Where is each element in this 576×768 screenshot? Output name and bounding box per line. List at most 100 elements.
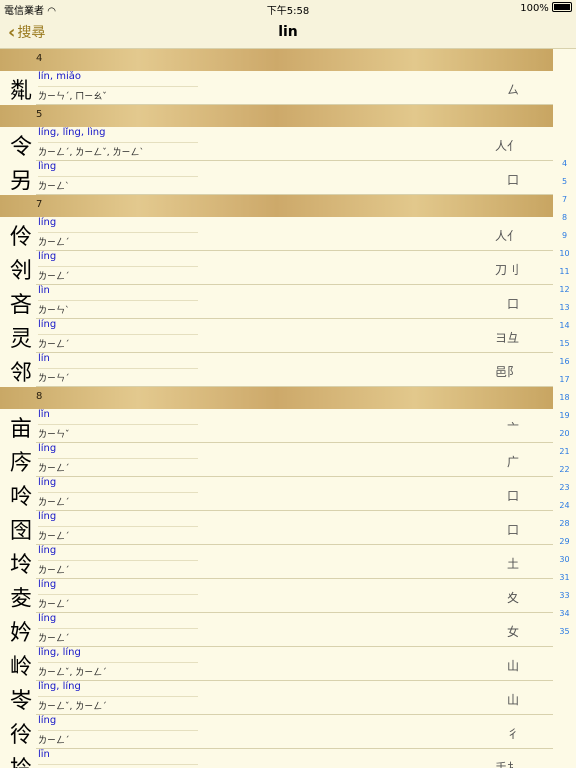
index-entry[interactable]: 4 <box>553 159 576 168</box>
list-item[interactable]: 彾 líng ㄌㄧㄥˊ 彳 <box>10 715 553 749</box>
index-entry[interactable]: 8 <box>553 213 576 222</box>
zhuyin-text: ㄌㄧㄥˊ <box>38 566 70 576</box>
radical-text: 口 <box>506 173 519 187</box>
list-item[interactable]: 庈 líng ㄌㄧㄥˊ 广 <box>10 443 553 477</box>
divider <box>38 560 198 561</box>
list-item[interactable]: 夌 líng ㄌㄧㄥˊ 夊 <box>10 579 553 613</box>
radical-text: 口 <box>506 489 519 503</box>
list-item[interactable]: 灵 líng ㄌㄧㄥˊ ヨ彑 <box>10 319 553 353</box>
list-item[interactable]: 邻 lín ㄌㄧㄣˊ 邑阝 <box>10 353 553 387</box>
list-item[interactable]: 岺 lǐng, líng ㄌㄧㄥˇ, ㄌㄧㄥˊ 山 <box>10 681 553 715</box>
pinyin-text: lǐng, líng <box>38 681 81 692</box>
zhuyin-text: ㄌㄧㄣˋ <box>38 306 70 316</box>
list-item[interactable]: 伶 líng ㄌㄧㄥˊ 人亻 <box>10 217 553 251</box>
divider <box>38 142 198 143</box>
list-item[interactable]: 呤 líng ㄌㄧㄥˊ 口 <box>10 477 553 511</box>
radical-text: 邑阝 <box>494 365 519 379</box>
divider <box>38 86 198 87</box>
section-header: 5 <box>0 105 553 127</box>
character-glyph: 刢 <box>10 259 33 284</box>
index-entry[interactable]: 5 <box>553 177 576 186</box>
index-entry[interactable]: 21 <box>553 447 576 456</box>
pinyin-text: líng <box>38 545 57 556</box>
pinyin-text: lǐn <box>38 409 50 420</box>
divider <box>38 628 198 629</box>
character-list[interactable]: 4 亃 lín, miǎo ㄌㄧㄣˊ, ㄇㄧㄠˇ ㄙ 5 令 líng, lǐng, lìng… <box>0 49 553 768</box>
divider <box>38 368 198 369</box>
section-header-label: 7 <box>36 199 43 210</box>
character-glyph: 另 <box>10 169 33 194</box>
index-entry[interactable]: 22 <box>553 465 576 474</box>
index-entry[interactable]: 24 <box>553 501 576 510</box>
zhuyin-text: ㄌㄧㄥˊ <box>38 238 70 248</box>
radical-text: 夊 <box>506 591 519 605</box>
character-glyph: 伶 <box>10 225 33 250</box>
pinyin-text: líng <box>38 613 57 624</box>
zhuyin-text: ㄌㄧㄥˊ <box>38 736 70 746</box>
index-entry[interactable]: 7 <box>553 195 576 204</box>
index-entry[interactable]: 31 <box>553 573 576 582</box>
character-glyph: 妗 <box>10 621 33 646</box>
index-entry[interactable]: 15 <box>553 339 576 348</box>
pinyin-text: lín, miǎo <box>38 71 82 82</box>
radical-text: 人亻 <box>494 229 519 243</box>
list-item[interactable]: 令 líng, lǐng, lìng ㄌㄧㄥˊ, ㄌㄧㄥˇ, ㄌㄧㄥˋ 人亻 <box>10 127 553 161</box>
radical-text: 口 <box>506 297 519 311</box>
index-entry[interactable]: 17 <box>553 375 576 384</box>
pinyin-text: līn <box>38 749 50 760</box>
index-entry[interactable]: 12 <box>553 285 576 294</box>
list-item[interactable]: 岭 lǐng, líng ㄌㄧㄥˇ, ㄌㄧㄥˊ 山 <box>10 647 553 681</box>
divider <box>38 266 198 267</box>
character-glyph: 彾 <box>10 723 33 748</box>
index-entry[interactable]: 28 <box>553 519 576 528</box>
list-item[interactable]: 坽 líng ㄌㄧㄥˊ 土 <box>10 545 553 579</box>
zhuyin-text: ㄌㄧㄥˊ <box>38 498 70 508</box>
radical-text: 女 <box>506 625 519 639</box>
index-entry[interactable]: 23 <box>553 483 576 492</box>
character-glyph: 夌 <box>10 587 33 612</box>
index-entry[interactable]: 9 <box>553 231 576 240</box>
character-glyph: 亩 <box>10 417 33 442</box>
divider <box>38 424 198 425</box>
pinyin-text: líng <box>38 579 57 590</box>
index-entry[interactable]: 20 <box>553 429 576 438</box>
section-header-label: 5 <box>36 109 43 120</box>
list-item[interactable]: 刢 líng ㄌㄧㄥˊ 刀刂 <box>10 251 553 285</box>
character-glyph: 呤 <box>10 485 33 510</box>
pinyin-text: lìng <box>38 161 57 172</box>
index-entry[interactable]: 18 <box>553 393 576 402</box>
index-entry[interactable]: 10 <box>553 249 576 258</box>
pinyin-text: líng <box>38 251 57 262</box>
divider <box>38 764 198 765</box>
radical-text: 口 <box>506 523 519 537</box>
divider <box>38 594 198 595</box>
index-entry[interactable]: 19 <box>553 411 576 420</box>
navigation-bar: ‹ 搜尋 lin <box>0 16 576 49</box>
character-glyph: 岭 <box>10 655 33 680</box>
index-entry[interactable]: 35 <box>553 627 576 636</box>
character-glyph: 庈 <box>10 451 33 476</box>
index-entry[interactable]: 30 <box>553 555 576 564</box>
character-glyph: 岺 <box>10 689 33 714</box>
list-item[interactable]: 亃 lín, miǎo ㄌㄧㄣˊ, ㄇㄧㄠˇ ㄙ <box>10 71 553 105</box>
section-index[interactable]: 4 5 7 8 9 10 11 12 13 14 15 16 17 18 19 20 21 22 23 24 28 29 3… <box>553 49 576 768</box>
list-item[interactable]: 亩 lǐn ㄌㄧㄣˇ 亠 <box>10 409 553 443</box>
list-item[interactable]: 吝 lìn ㄌㄧㄣˋ 口 <box>10 285 553 319</box>
list-item[interactable]: 另 lìng ㄌㄧㄥˋ 口 <box>10 161 553 195</box>
pinyin-text: líng <box>38 319 57 330</box>
character-glyph: 吝 <box>10 293 33 318</box>
index-entry[interactable]: 11 <box>553 267 576 276</box>
zhuyin-text: ㄌㄧㄥˊ <box>38 532 70 542</box>
index-entry[interactable]: 29 <box>553 537 576 546</box>
index-entry[interactable]: 16 <box>553 357 576 366</box>
list-item[interactable]: 囹 líng ㄌㄧㄥˊ 口 <box>10 511 553 545</box>
character-glyph: 令 <box>10 135 33 160</box>
index-entry[interactable]: 13 <box>553 303 576 312</box>
index-entry[interactable]: 34 <box>553 609 576 618</box>
index-entry[interactable]: 33 <box>553 591 576 600</box>
list-item[interactable]: 拎līnㄌㄧㄣ手扌 <box>10 749 553 768</box>
index-entry[interactable]: 14 <box>553 321 576 330</box>
zhuyin-text: ㄌㄧㄥˇ, ㄌㄧㄥˊ <box>38 668 107 678</box>
list-item[interactable]: 妗 líng ㄌㄧㄥˊ 女 <box>10 613 553 647</box>
character-glyph: 邻 <box>10 361 33 386</box>
